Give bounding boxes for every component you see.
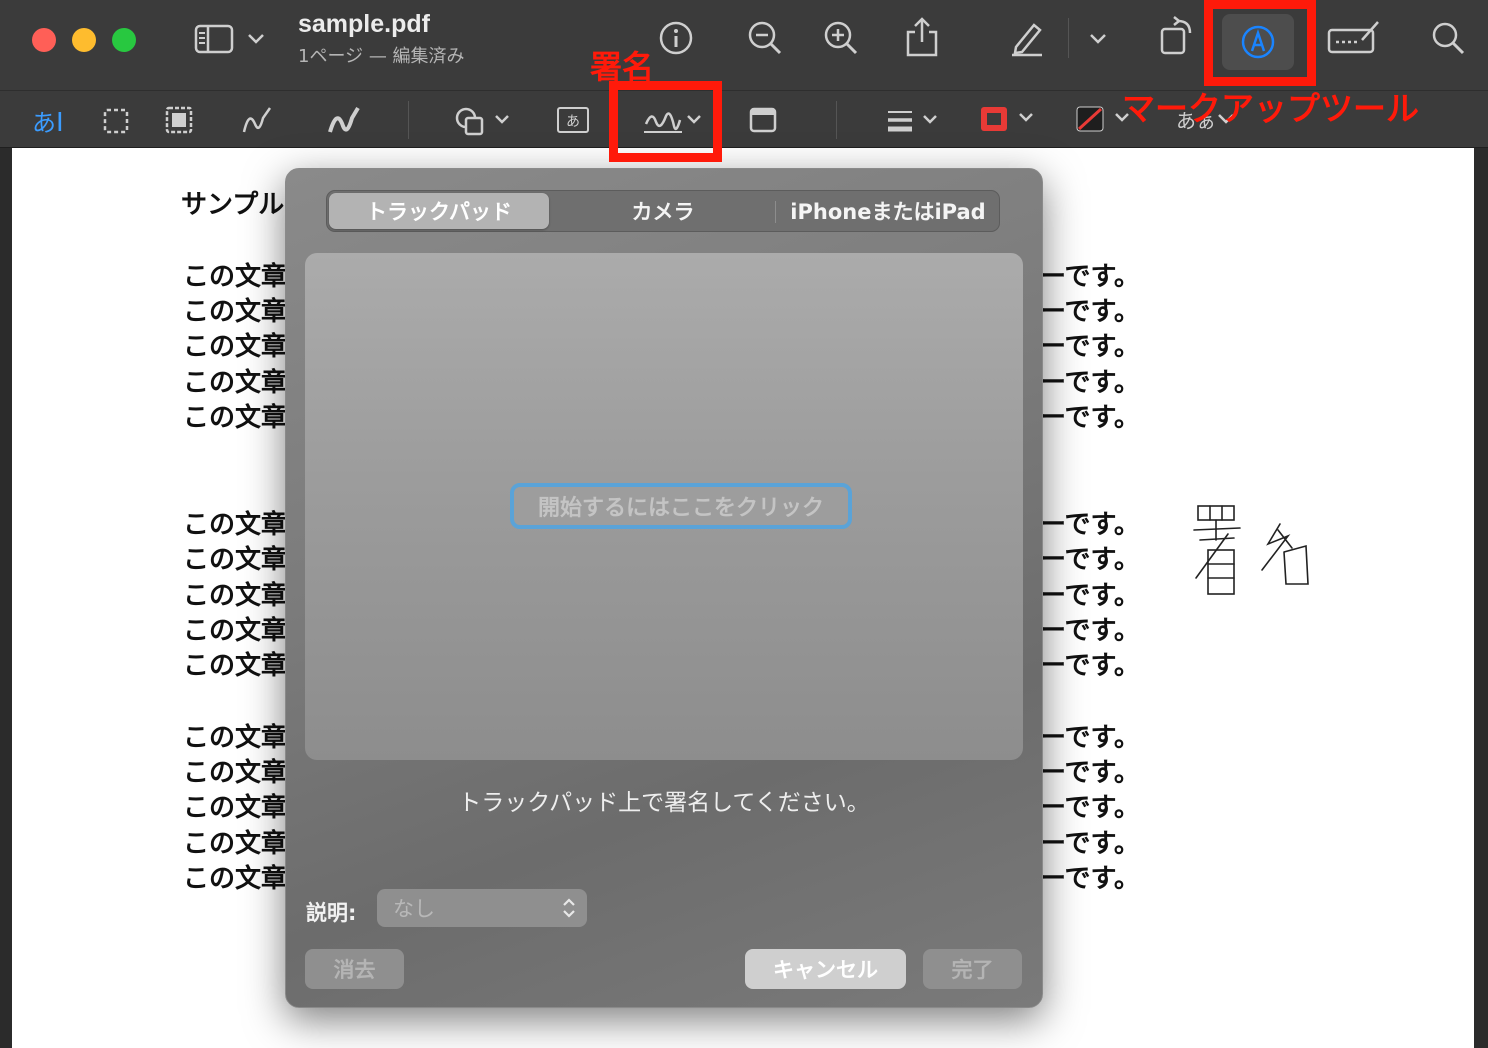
document-line-right: ーです。 <box>1040 723 1140 753</box>
document-line-left: この文章 <box>183 864 288 894</box>
tab-camera[interactable]: カメラ <box>552 193 774 229</box>
zoom-out-icon[interactable] <box>744 18 786 58</box>
zoom-in-icon[interactable] <box>820 18 862 58</box>
document-line-left: この文章 <box>183 581 288 611</box>
toolbar-separator <box>408 101 409 139</box>
done-button[interactable]: 完了 <box>923 949 1022 989</box>
document-line-right: ーです。 <box>1040 793 1140 823</box>
markup-highlight-box <box>1204 0 1316 86</box>
document-line-right: ーです。 <box>1040 262 1140 292</box>
share-icon[interactable] <box>902 14 942 60</box>
document-line-left: この文章 <box>183 793 288 823</box>
segment-divider <box>775 201 776 223</box>
tab-iphone-ipad[interactable]: iPhoneまたはiPad <box>777 193 999 229</box>
form-fill-icon[interactable] <box>1326 18 1380 58</box>
document-line-right: ーです。 <box>1040 510 1140 540</box>
document-line-right: ーです。 <box>1040 758 1140 788</box>
document-line-right: ーです。 <box>1040 864 1140 894</box>
search-icon[interactable] <box>1428 18 1468 58</box>
document-line-right: ーです。 <box>1040 581 1140 611</box>
zoom-window-button[interactable] <box>112 28 136 52</box>
document-line-left: この文章 <box>183 651 288 681</box>
signature-strokes <box>1193 505 1309 595</box>
sign-highlight-box <box>609 81 722 162</box>
toolbar-separator <box>836 101 837 139</box>
clear-button[interactable]: 消去 <box>305 949 404 989</box>
document-line-left: この文章 <box>183 368 288 398</box>
description-value: なし <box>393 897 435 921</box>
text-selection-label: あ <box>32 109 56 137</box>
info-icon[interactable] <box>656 18 696 58</box>
select-stepper-icon <box>561 896 577 925</box>
document-line-right: ーです。 <box>1040 403 1140 433</box>
sidebar-icon[interactable] <box>192 22 236 56</box>
document-line-right: ーです。 <box>1040 297 1140 327</box>
document-heading: サンプル <box>181 190 285 220</box>
tab-trackpad[interactable]: トラックパッド <box>329 193 549 229</box>
sign-annotation-label: 署名 <box>590 48 655 86</box>
markup-annotation-label: マークアップツール <box>1122 89 1419 128</box>
document-line-left: この文章 <box>183 510 288 540</box>
document-title: sample.pdf <box>298 10 430 38</box>
signature-dialog: トラックパッド カメラ iPhoneまたはiPad 開始するにはここをクリック … <box>285 168 1043 1008</box>
document-line-right: ーです。 <box>1040 545 1140 575</box>
shape-style-icon[interactable] <box>884 105 942 135</box>
text-box-icon[interactable]: あ <box>556 105 590 135</box>
document-line-left: この文章 <box>183 616 288 646</box>
signing-hint: トラックパッド上で署名してください。 <box>458 790 870 816</box>
scroll-gutter <box>1474 148 1488 1048</box>
smart-lasso-icon[interactable] <box>164 105 194 135</box>
document-line-right: ーです。 <box>1040 651 1140 681</box>
toolbar-separator <box>1068 18 1069 58</box>
chevron-down-icon[interactable] <box>244 28 268 50</box>
document-line-left: この文章 <box>183 297 288 327</box>
description-select[interactable]: なし <box>377 889 587 927</box>
input-source-segmented-control: トラックパッド カメラ iPhoneまたはiPad <box>326 190 1000 232</box>
border-color-icon[interactable] <box>978 103 1040 135</box>
signature-pad[interactable]: 開始するにはここをクリック <box>305 253 1023 760</box>
document-line-left: この文章 <box>183 758 288 788</box>
chevron-down-icon[interactable] <box>1086 28 1110 50</box>
svg-text:あ: あ <box>566 114 580 130</box>
document-line-right: ーです。 <box>1040 616 1140 646</box>
close-window-button[interactable] <box>32 28 56 52</box>
document-line-right: ーです。 <box>1040 368 1140 398</box>
document-line-left: この文章 <box>183 262 288 292</box>
shapes-icon[interactable] <box>454 105 510 137</box>
sketch-icon[interactable] <box>240 103 274 137</box>
description-label: 説明: <box>306 901 357 925</box>
document-status: 1ページ — 編集済み <box>298 46 465 67</box>
document-line-right: ーです。 <box>1040 829 1140 859</box>
text-cursor-icon: I <box>56 108 64 138</box>
minimize-window-button[interactable] <box>72 28 96 52</box>
cancel-button[interactable]: キャンセル <box>745 949 906 989</box>
rect-selection-icon[interactable] <box>102 107 130 135</box>
rotate-icon[interactable] <box>1156 14 1198 58</box>
highlight-pen-icon[interactable] <box>1006 18 1048 58</box>
document-line-left: この文章 <box>183 332 288 362</box>
document-line-left: この文章 <box>183 545 288 575</box>
handwritten-signature[interactable] <box>1188 500 1328 610</box>
text-selection-tool[interactable]: あI <box>32 103 64 138</box>
note-icon[interactable] <box>748 105 778 135</box>
document-line-left: この文章 <box>183 829 288 859</box>
draw-icon[interactable] <box>326 103 362 137</box>
document-line-left: この文章 <box>183 723 288 753</box>
document-line-right: ーです。 <box>1040 332 1140 362</box>
start-signing-button[interactable]: 開始するにはここをクリック <box>510 483 852 529</box>
document-line-left: この文章 <box>183 403 288 433</box>
